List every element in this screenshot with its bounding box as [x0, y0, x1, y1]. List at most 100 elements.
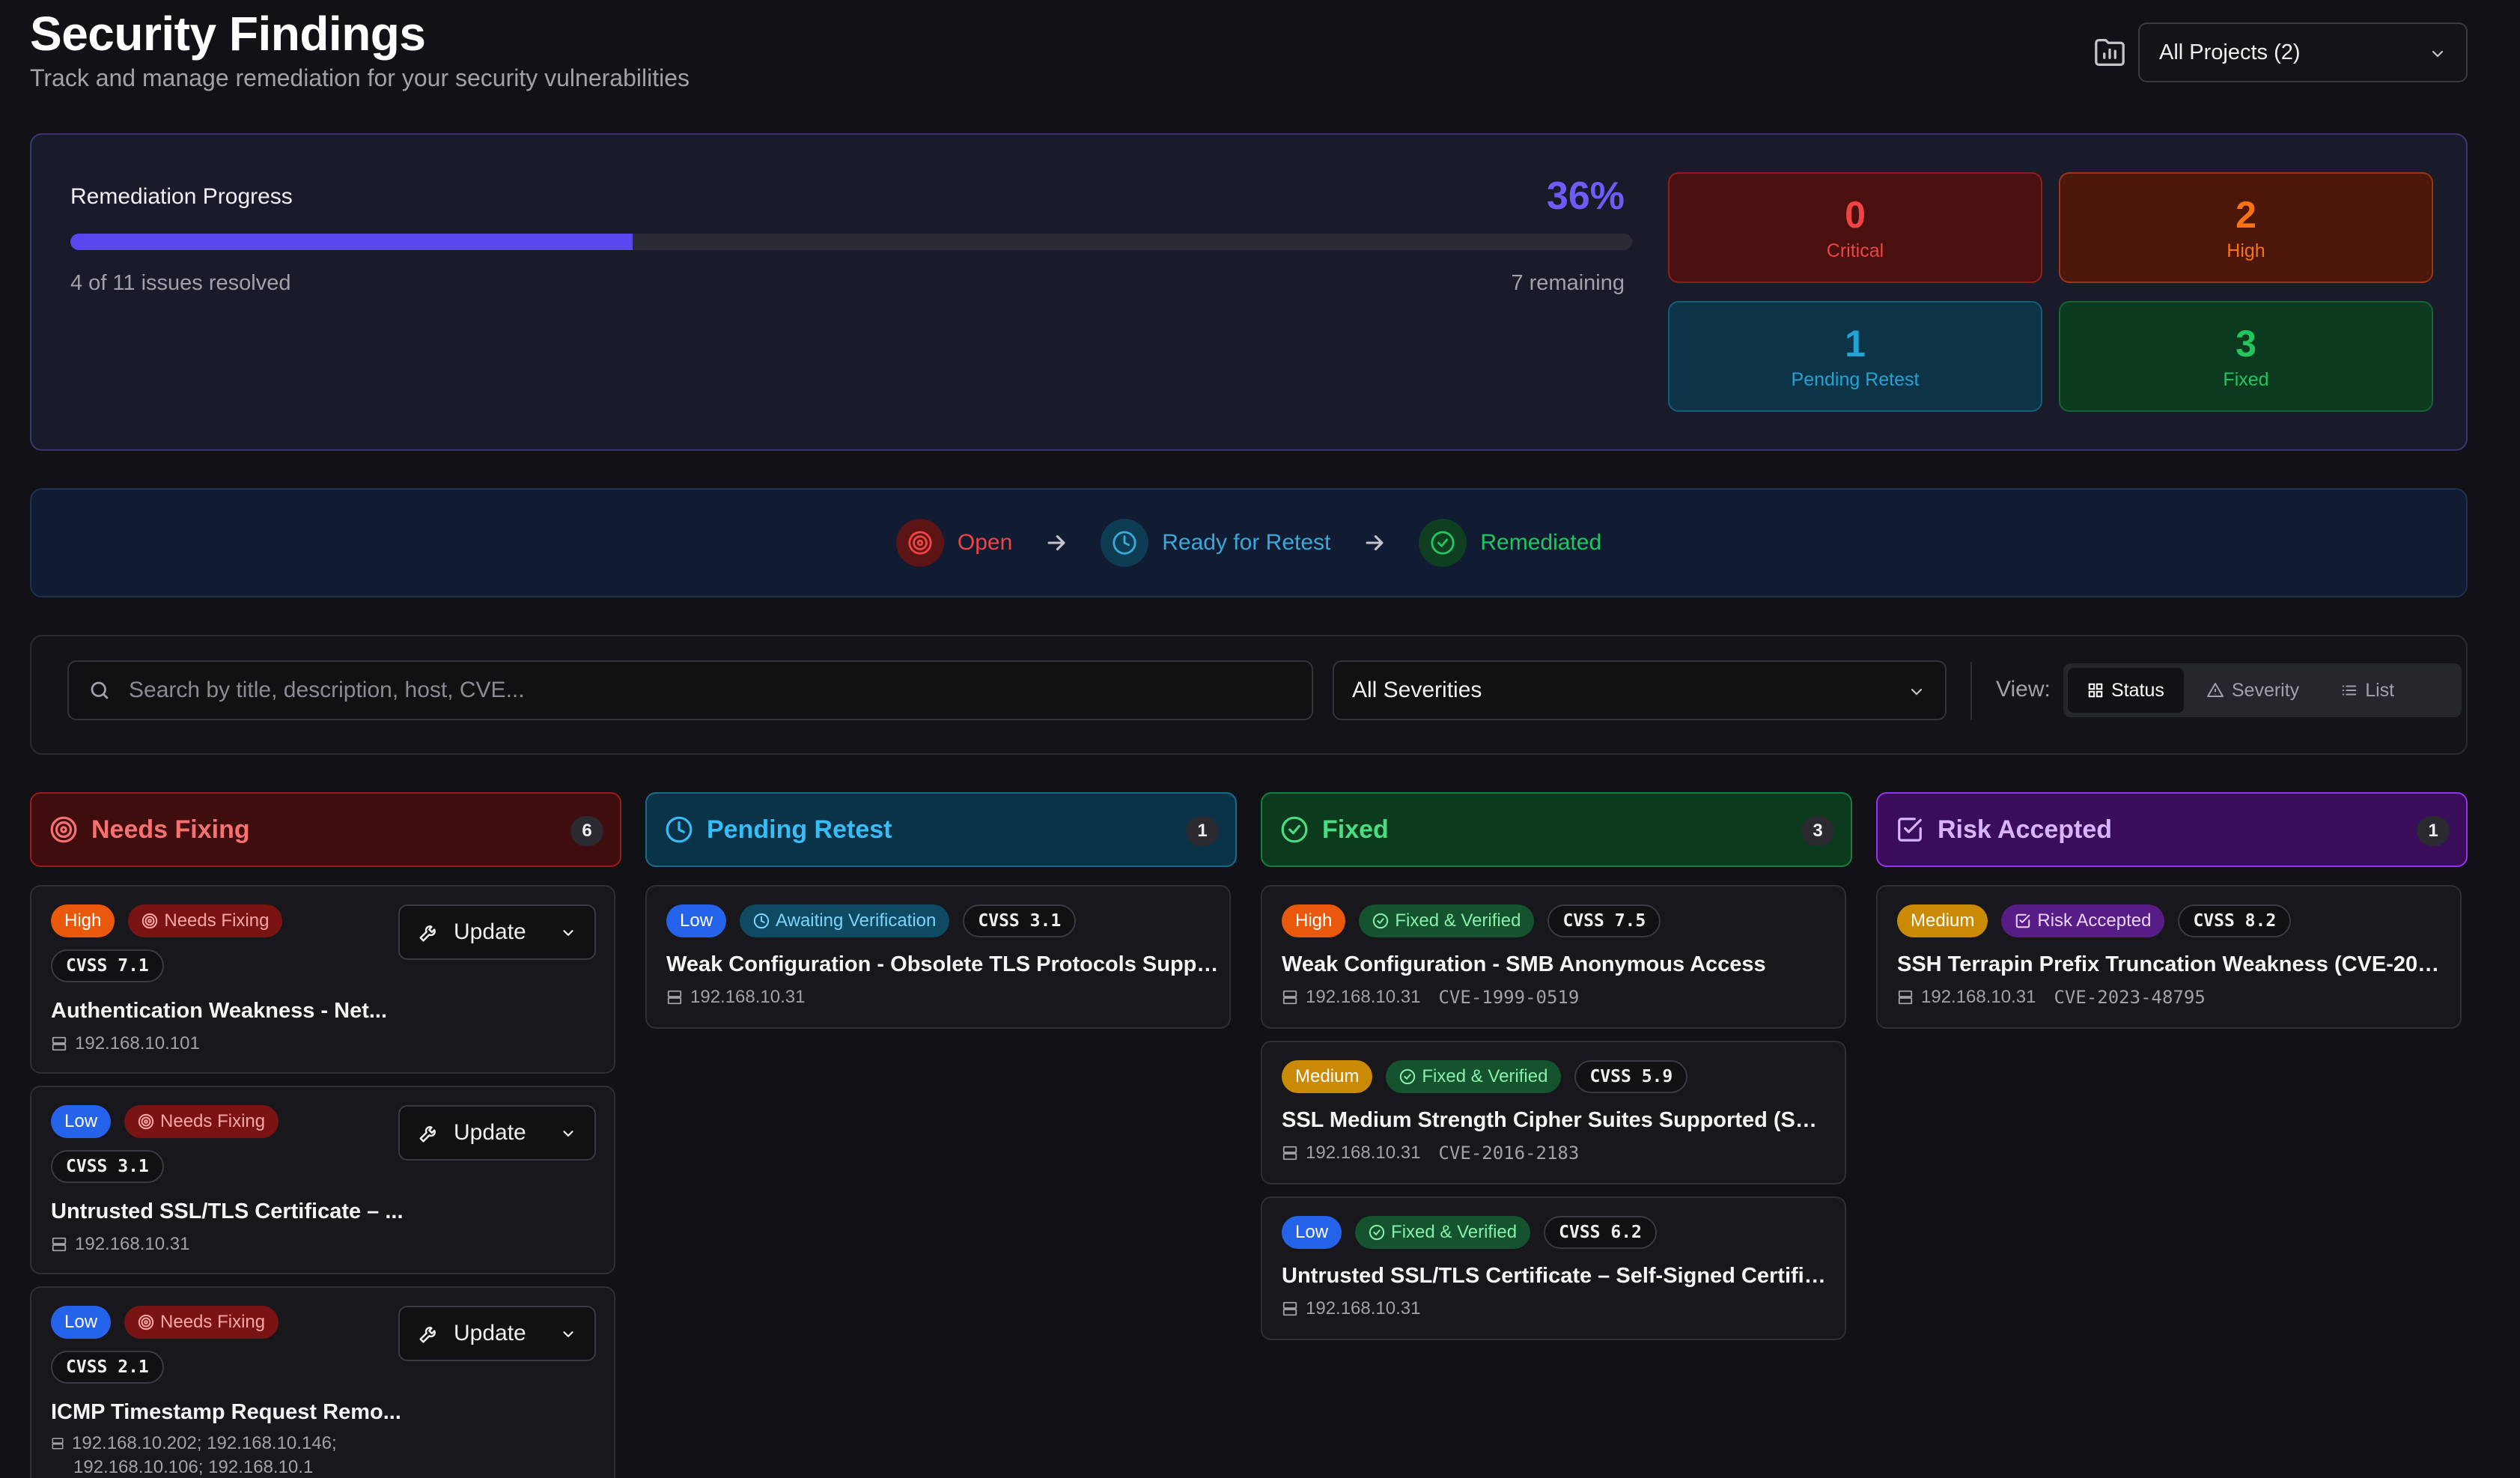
card-badges: Medium Fixed & Verified CVSS 5.9 [1282, 1060, 1688, 1093]
wrench-icon [418, 1322, 440, 1345]
status-badge: Needs Fixing [124, 1105, 279, 1138]
card-host: 192.168.10.31 [1921, 987, 2036, 1007]
finding-card[interactable]: High Fixed & Verified CVSS 7.5 Weak Conf… [1261, 885, 1846, 1029]
server-icon [1282, 1145, 1298, 1161]
view-toggle-group: Status Severity List [2063, 663, 2462, 717]
status-badge-label: Needs Fixing [160, 1111, 266, 1131]
flow-step-open: Open [895, 519, 1013, 567]
card-title: Weak Configuration - Obsolete TLS Protoc… [666, 952, 1220, 976]
filter-panel: All Severities View: Status Severity Lis… [30, 635, 2468, 755]
card-badges: High Needs Fixing [51, 904, 283, 937]
card-badges: High Fixed & Verified CVSS 7.5 [1282, 904, 1661, 937]
card-badges: Low Needs Fixing [51, 1306, 279, 1339]
finding-card[interactable]: Low Needs Fixing CVSS 3.1 Untrusted SSL/… [30, 1086, 615, 1274]
target-icon [138, 1314, 154, 1330]
warning-icon [2206, 681, 2224, 699]
server-icon [51, 1035, 67, 1052]
card-host: 192.168.10.31 [1306, 1143, 1421, 1163]
finding-card[interactable]: High Needs Fixing CVSS 7.1 Authenticatio… [30, 885, 615, 1074]
card-badges: Low Needs Fixing [51, 1105, 279, 1138]
update-button[interactable]: Update [398, 904, 596, 960]
stat-pending-label: Pending Retest [1791, 368, 1920, 390]
finding-card[interactable]: Medium Risk Accepted CVSS 8.2 SSH Terrap… [1876, 885, 2462, 1029]
progress-resolved: 4 of 11 issues resolved [70, 271, 291, 295]
stat-high-value: 2 [2236, 193, 2256, 236]
project-select-value: All Projects (2) [2159, 40, 2301, 64]
search-box[interactable] [67, 660, 1313, 720]
card-host: 192.168.10.202; 192.168.10.146; [72, 1433, 337, 1453]
status-badge-label: Awaiting Verification [776, 910, 937, 931]
card-meta: 192.168.10.31 [51, 1234, 189, 1255]
progress-percent: 36% [1546, 174, 1625, 218]
status-badge: Needs Fixing [128, 904, 283, 937]
status-badge: Needs Fixing [124, 1306, 279, 1339]
card-host: 192.168.10.31 [75, 1234, 190, 1254]
stat-fixed[interactable]: 3 Fixed [2059, 301, 2433, 412]
flow-open-label: Open [957, 530, 1013, 555]
view-severity-label: Severity [2231, 679, 2300, 701]
check-circle-icon [1372, 913, 1389, 929]
column-header-fixed: Fixed 3 [1261, 792, 1852, 867]
project-select[interactable]: All Projects (2) [2138, 22, 2468, 82]
column-count: 6 [570, 816, 603, 846]
view-severity-button[interactable]: Severity [2187, 668, 2319, 713]
card-host: 192.168.10.101 [75, 1033, 200, 1053]
card-title: Untrusted SSL/TLS Certificate – Self-Sig… [1282, 1264, 1836, 1288]
cvss-badge: CVSS 5.9 [1574, 1060, 1688, 1093]
cvss-badge: CVSS 3.1 [51, 1150, 164, 1183]
search-input[interactable] [129, 678, 1252, 703]
column-count: 1 [1186, 816, 1219, 846]
status-badge-label: Fixed & Verified [1391, 1222, 1518, 1242]
stat-critical-value: 0 [1845, 193, 1866, 236]
flow-remediated-label: Remediated [1480, 530, 1602, 555]
status-badge: Fixed & Verified [1355, 1216, 1531, 1249]
column-count: 1 [2417, 816, 2450, 846]
clock-icon [753, 913, 770, 929]
finding-card[interactable]: Medium Fixed & Verified CVSS 5.9 SSL Med… [1261, 1041, 1846, 1184]
target-icon [49, 815, 78, 844]
column-title: Pending Retest [707, 815, 892, 844]
stat-critical-label: Critical [1826, 240, 1884, 261]
stat-critical[interactable]: 0 Critical [1668, 172, 2042, 283]
view-label: View: [1996, 677, 2051, 702]
column-header-risk-accepted: Risk Accepted 1 [1876, 792, 2468, 867]
status-badge-label: Fixed & Verified [1395, 910, 1521, 931]
status-badge: Awaiting Verification [740, 904, 950, 937]
column-title: Fixed [1322, 815, 1389, 844]
view-list-button[interactable]: List [2322, 668, 2414, 713]
update-button[interactable]: Update [398, 1105, 596, 1161]
clock-icon [1101, 519, 1149, 567]
chevron-down-icon [560, 1326, 576, 1342]
cvss-badge: CVSS 6.2 [1544, 1216, 1657, 1249]
cvss-badge: CVSS 7.5 [1547, 904, 1661, 937]
card-title: Authentication Weakness - Net... [51, 999, 388, 1023]
flow-step-retest: Ready for Retest [1101, 519, 1330, 567]
finding-card[interactable]: Low Awaiting Verification CVSS 3.1 Weak … [645, 885, 1231, 1029]
card-badges: Low Fixed & Verified CVSS 6.2 [1282, 1216, 1657, 1249]
severity-badge: Low [666, 904, 727, 937]
view-status-button[interactable]: Status [2068, 668, 2184, 713]
card-host: 192.168.10.31 [690, 987, 806, 1007]
column-title: Risk Accepted [1938, 815, 2113, 844]
stat-pending-retest[interactable]: 1 Pending Retest [1668, 301, 2042, 412]
finding-card[interactable]: Low Needs Fixing CVSS 2.1 ICMP Timestamp… [30, 1286, 615, 1478]
update-button[interactable]: Update [398, 1306, 596, 1361]
severity-select[interactable]: All Severities [1333, 660, 1947, 720]
check-circle-icon [1280, 815, 1309, 844]
card-meta: 192.168.10.101 [51, 1033, 200, 1054]
target-icon [895, 519, 944, 567]
stat-high[interactable]: 2 High [2059, 172, 2433, 283]
wrench-icon [418, 921, 440, 943]
severity-badge: High [1282, 904, 1346, 937]
cvss-badge: CVSS 7.1 [51, 949, 164, 982]
arrow-right-icon [1044, 530, 1069, 556]
cvss-badge: CVSS 2.1 [51, 1351, 164, 1384]
finding-card[interactable]: Low Fixed & Verified CVSS 6.2 Untrusted … [1261, 1196, 1846, 1340]
progress-bar [70, 234, 1632, 250]
cvss-badge: CVSS 3.1 [963, 904, 1077, 937]
target-icon [141, 913, 158, 929]
folder-chart-icon[interactable] [2093, 37, 2126, 67]
card-host: 192.168.10.31 [1306, 987, 1421, 1007]
severity-badge: Medium [1897, 904, 1988, 937]
cvss-badge: CVSS 8.2 [2178, 904, 2292, 937]
